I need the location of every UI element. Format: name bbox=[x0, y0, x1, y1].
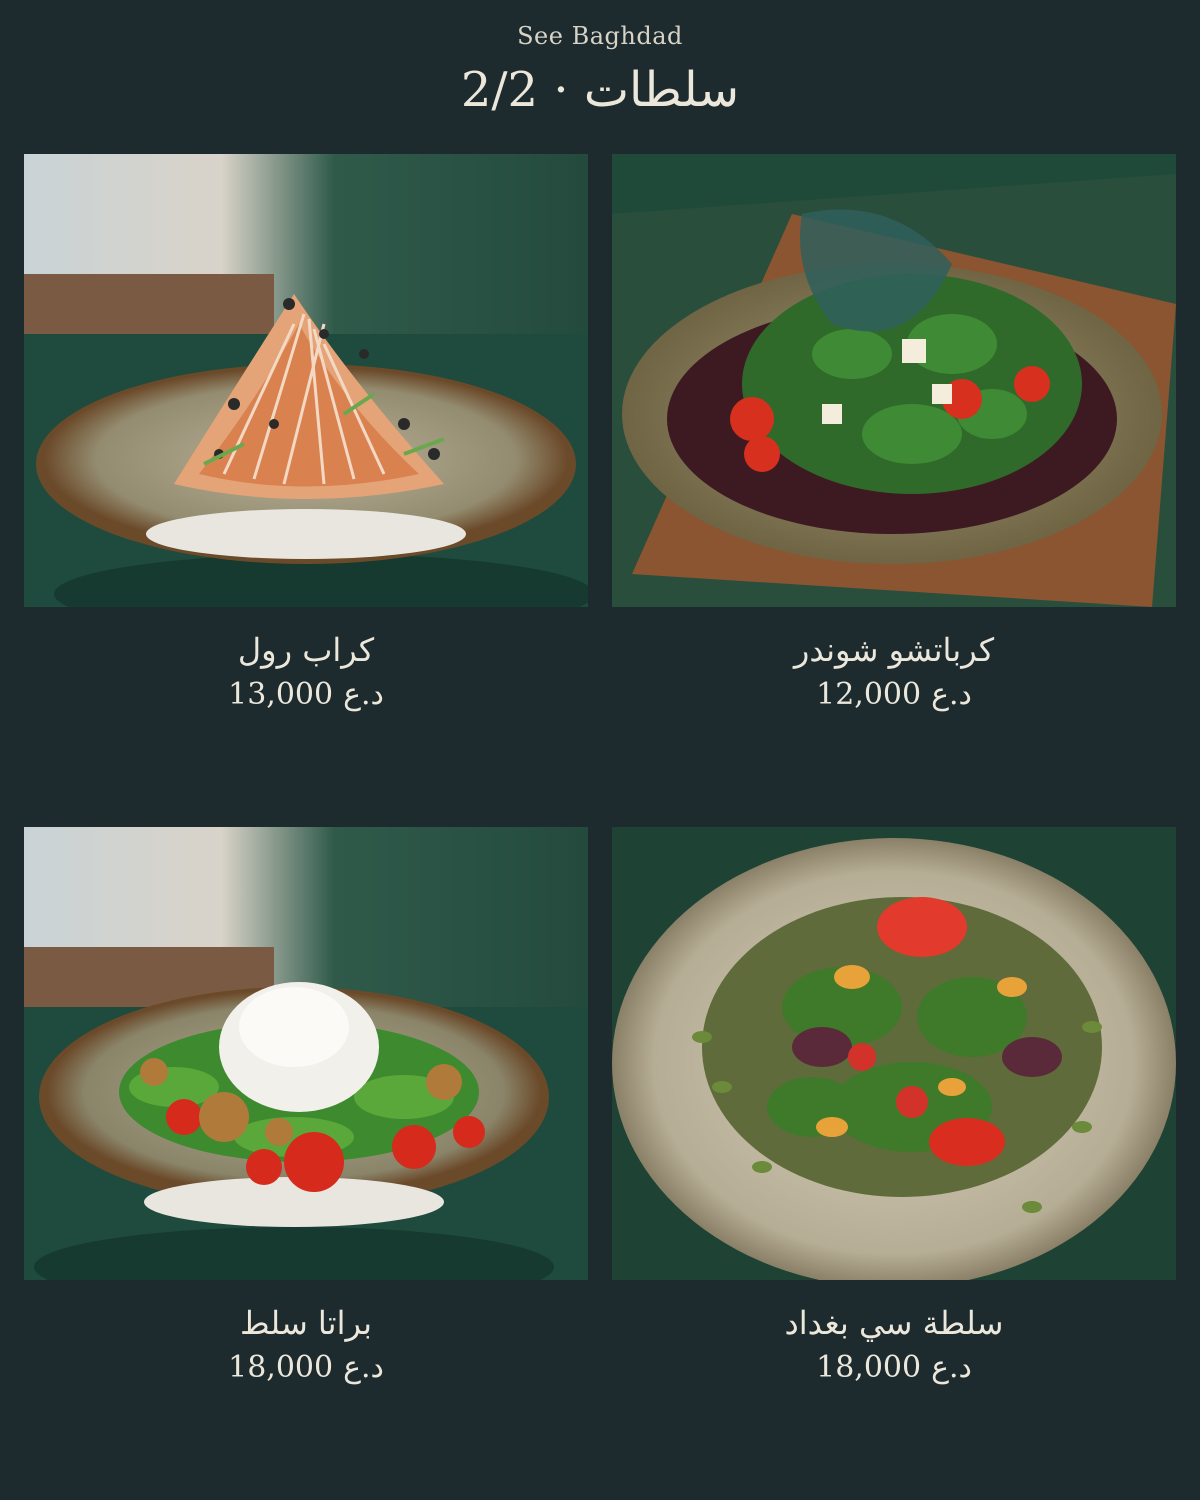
item-name: براتا سلط bbox=[239, 1304, 373, 1342]
menu-item-burrata-salad[interactable]: براتا سلط 18,000 د.ع bbox=[24, 827, 588, 1385]
item-price: 12,000 د.ع bbox=[612, 676, 1176, 714]
crab-roll-salad-photo bbox=[24, 154, 588, 607]
currency-label: د.ع bbox=[343, 1350, 384, 1385]
menu-item-see-baghdad-salad[interactable]: سلطة سي بغداد 18,000 د.ع bbox=[612, 827, 1176, 1385]
item-price: 18,000 د.ع bbox=[612, 1349, 1176, 1387]
price-value: 13,000 bbox=[228, 677, 334, 712]
brand-name: See Baghdad bbox=[517, 22, 683, 50]
item-price: 13,000 د.ع bbox=[24, 676, 588, 714]
price-value: 18,000 bbox=[228, 1350, 334, 1385]
item-name: كراب رول bbox=[237, 631, 375, 669]
burrata-salad-photo bbox=[24, 827, 588, 1280]
item-price: 18,000 د.ع bbox=[24, 1349, 588, 1387]
see-baghdad-salad-photo bbox=[612, 827, 1176, 1280]
beet-carpaccio-photo bbox=[612, 154, 1176, 607]
menu-item-crab-roll[interactable]: كراب رول 13,000 د.ع bbox=[24, 154, 588, 712]
item-name: سلطة سي بغداد bbox=[784, 1304, 1004, 1342]
price-value: 18,000 bbox=[816, 1350, 922, 1385]
item-name: كرباتشو شوندر bbox=[793, 631, 995, 669]
currency-label: د.ع bbox=[931, 677, 972, 712]
currency-label: د.ع bbox=[343, 677, 384, 712]
currency-label: د.ع bbox=[931, 1350, 972, 1385]
menu-item-beet-carpaccio[interactable]: كرباتشو شوندر 12,000 د.ع bbox=[612, 154, 1176, 712]
page-title: سلطات · 2/2 bbox=[460, 62, 740, 118]
price-value: 12,000 bbox=[816, 677, 922, 712]
